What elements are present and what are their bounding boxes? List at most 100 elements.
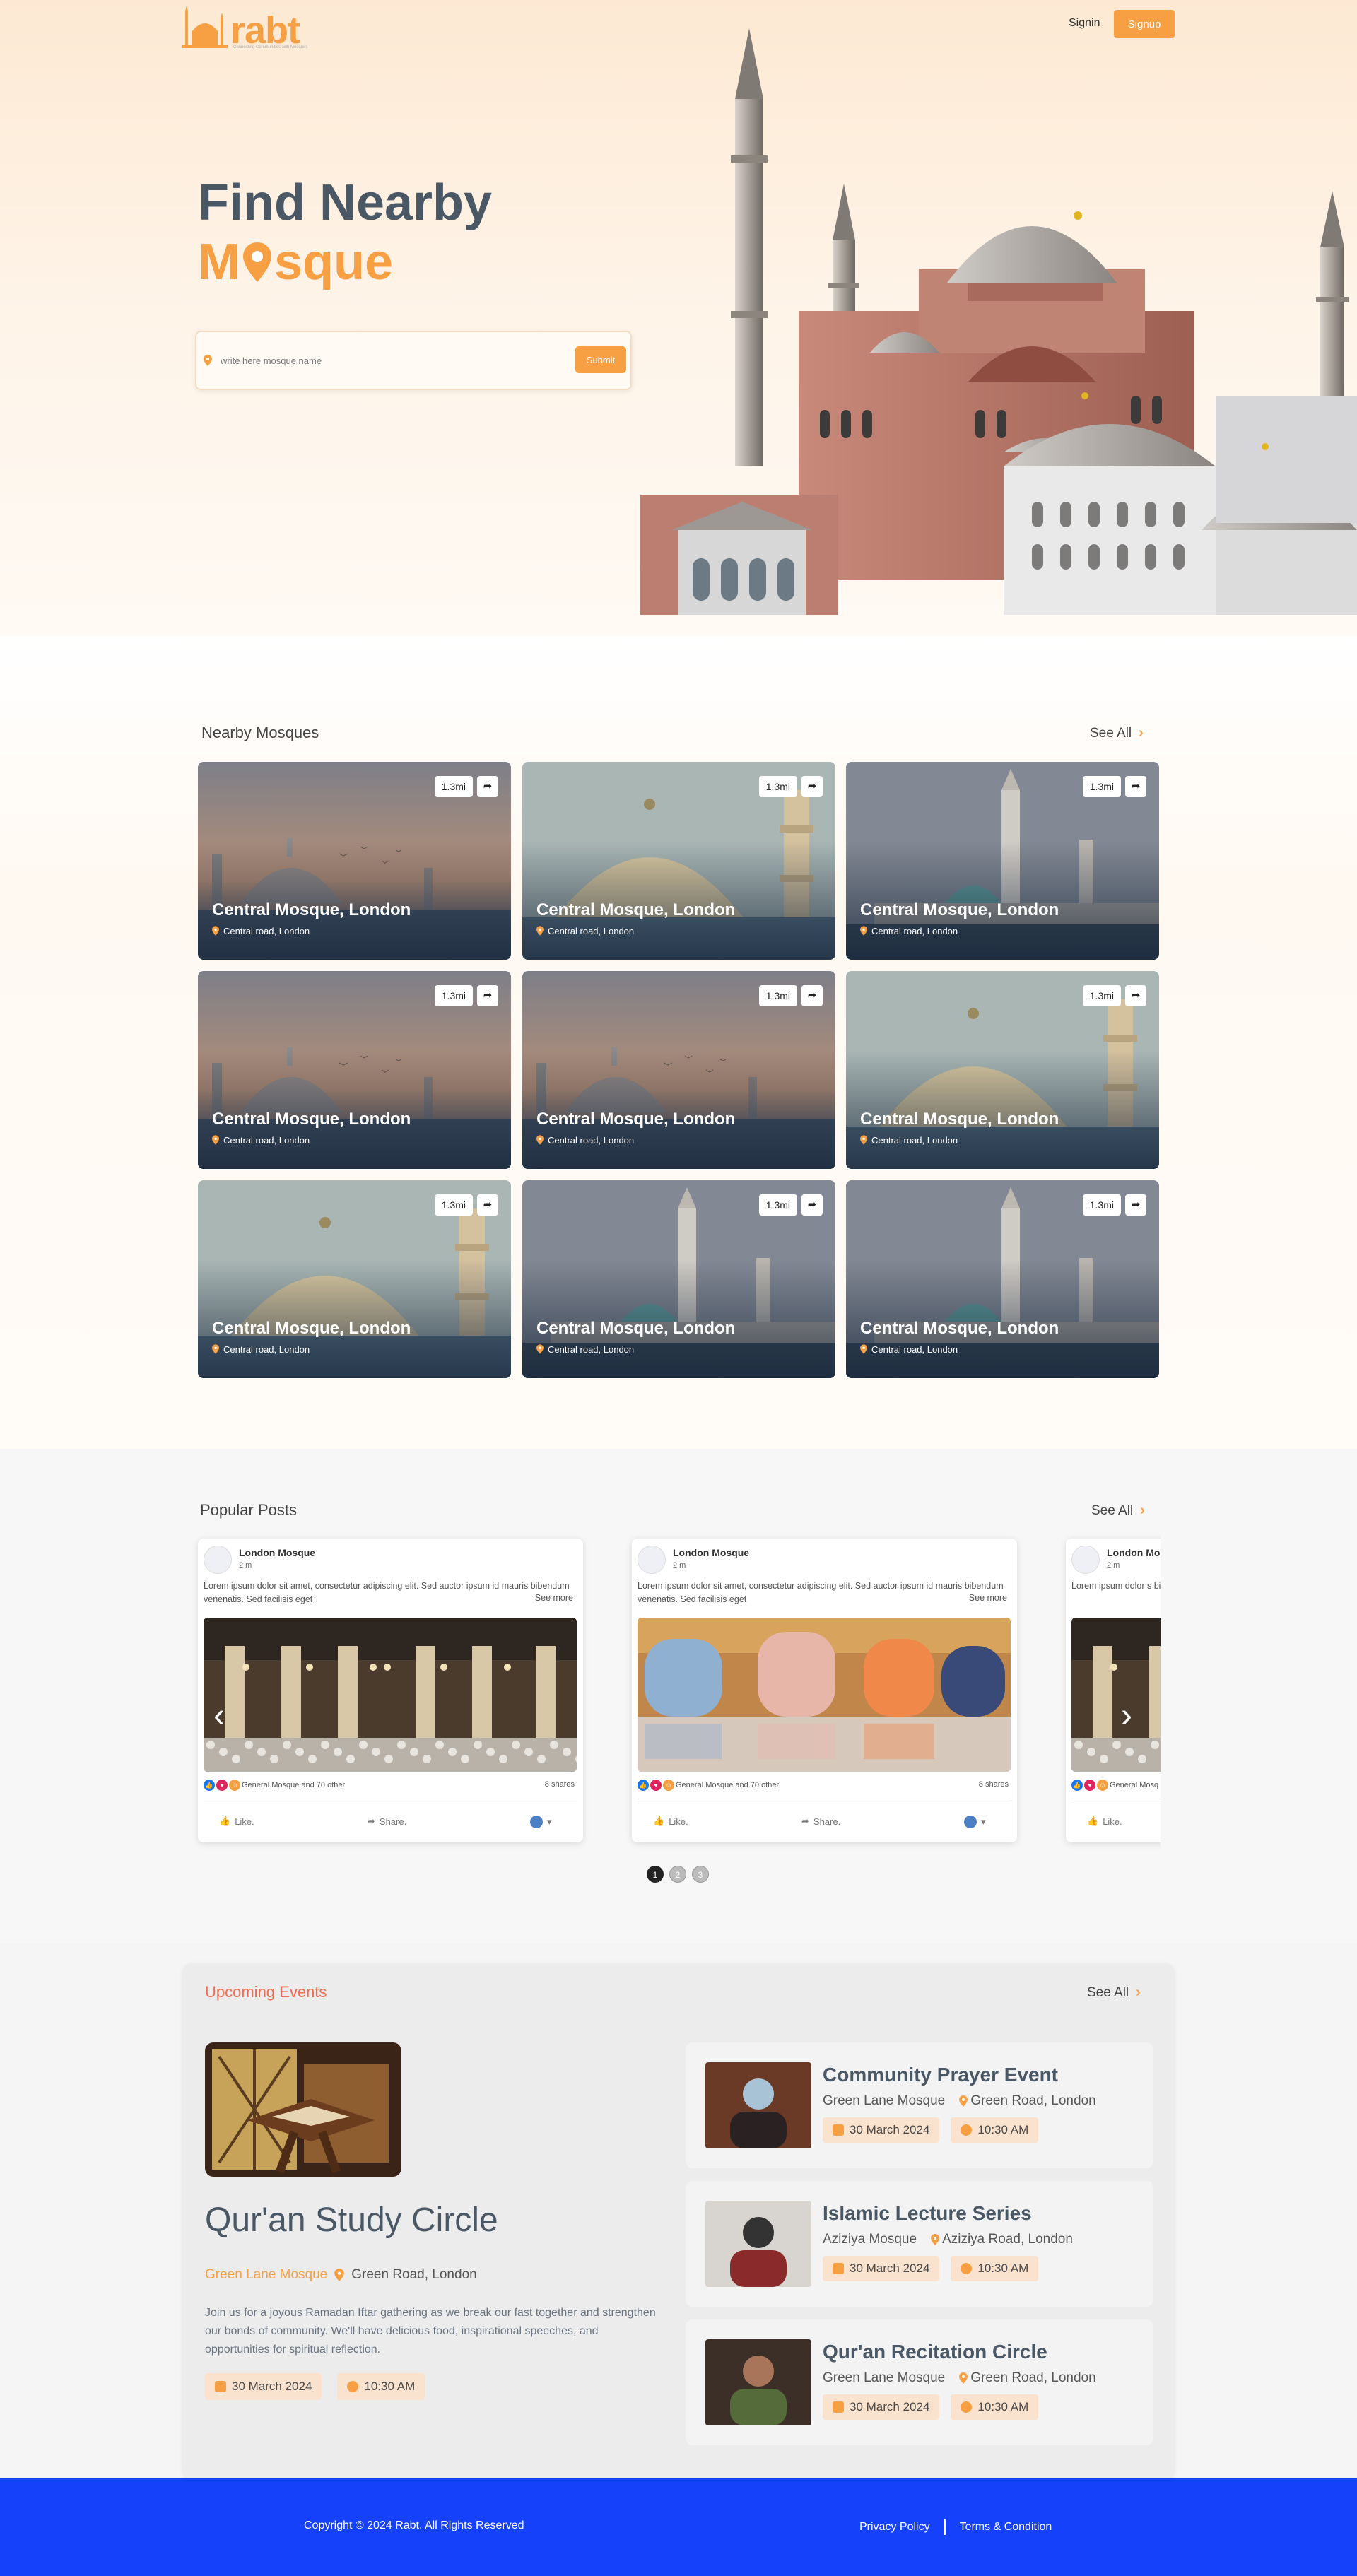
event-location: Green Road, London (970, 2093, 1096, 2108)
mosque-card[interactable]: 1.3mi ➦ Central Mosque, London Central road… (522, 1180, 835, 1378)
post-card[interactable]: London Mosque 2 m Lorem ipsum dolor sit am… (198, 1539, 583, 1842)
mosque-interior-image (204, 1618, 577, 1772)
search-submit-button[interactable]: Submit (575, 346, 626, 373)
mosque-card[interactable]: 1.3mi ➦ Central Mosque, London Central road… (198, 1180, 511, 1378)
like-reaction-icon: 👍 (638, 1780, 649, 1791)
mosque-name: Central Mosque, London (212, 900, 411, 919)
mosque-logo-icon (182, 6, 228, 48)
avatar[interactable] (1071, 1546, 1100, 1574)
distance-badge: 1.3mi (1082, 776, 1121, 797)
mosque-address: Central road, London (548, 1135, 635, 1146)
mosque-card[interactable]: 1.3mi ➦ Central Mosque, London Central road… (198, 971, 511, 1169)
event-title[interactable]: Islamic Lecture Series (823, 2202, 1032, 2225)
event-title[interactable]: Community Prayer Event (823, 2064, 1058, 2086)
event-date: 30 March 2024 (850, 2400, 930, 2413)
terms-link[interactable]: Terms & Condition (960, 2521, 1052, 2534)
post-card[interactable]: London Mo 2 m Lorem ipsum dolor s bibendum… (1066, 1539, 1161, 1842)
shares-count[interactable]: 8 shares (545, 1780, 575, 1789)
mosque-card[interactable]: 1.3mi ➦ Central Mosque, London Central road… (522, 971, 835, 1169)
mosque-card[interactable]: 1.3mi ➦ Central Mosque, London Central road… (846, 1180, 1159, 1378)
post-author[interactable]: London Mosque (239, 1547, 315, 1558)
posts-carousel: London Mosque 2 m Lorem ipsum dolor sit am… (191, 1534, 1161, 1859)
location-pin-icon (334, 2269, 344, 2281)
carousel-next-icon[interactable]: › (1121, 1696, 1132, 1735)
reaction-picker[interactable]: ▾ (530, 1816, 552, 1828)
post-image[interactable] (1071, 1618, 1161, 1772)
post-author[interactable]: London Mo (1107, 1547, 1160, 1558)
distance-badge: 1.3mi (434, 776, 473, 797)
page-dot-1[interactable]: 1 (647, 1866, 664, 1883)
share-icon[interactable]: ➦ (477, 776, 498, 797)
event-card[interactable]: Islamic Lecture Series Aziziya Mosque Aziz… (686, 2181, 1153, 2307)
event-meta: Green Lane Mosque Green Road, London (823, 2093, 1096, 2109)
date-badge: 30 March 2024 (823, 2117, 940, 2143)
like-button[interactable]: 👍 Like. (219, 1816, 254, 1827)
reactions-row[interactable]: 👍 ♥ ☺ General Mosque and 70 other (204, 1779, 345, 1792)
avatar[interactable] (204, 1546, 232, 1574)
page-dot-2[interactable]: 2 (669, 1866, 686, 1883)
event-date: 30 March 2024 (850, 2123, 930, 2136)
like-button[interactable]: 👍 Like. (653, 1816, 688, 1827)
event-card[interactable]: Community Prayer Event Green Lane Mosque G… (686, 2042, 1153, 2168)
mosque-card[interactable]: 1.3mi ➦ Central Mosque, London Central road… (846, 762, 1159, 960)
share-icon[interactable]: ➦ (801, 1194, 823, 1216)
logo-text: rabt (230, 9, 300, 52)
calendar-icon (833, 2124, 844, 2136)
nearby-see-all-link[interactable]: See All › (1090, 725, 1144, 741)
post-image[interactable] (638, 1618, 1011, 1772)
avatar[interactable] (638, 1546, 666, 1574)
share-icon[interactable]: ➦ (477, 1194, 498, 1216)
event-date: 30 March 2024 (850, 2262, 930, 2275)
event-title[interactable]: Qur'an Recitation Circle (823, 2341, 1047, 2363)
post-card[interactable]: London Mosque 2 m Lorem ipsum dolor sit am… (632, 1539, 1017, 1842)
see-more-link[interactable]: See more (964, 1593, 1007, 1603)
event-card[interactable]: Qur'an Recitation Circle Green Lane Mosqu… (686, 2319, 1153, 2445)
reactions-row[interactable]: 👍 ♥ ☺ General Mosque and 70 other (638, 1779, 779, 1792)
share-icon[interactable]: ➦ (1125, 776, 1146, 797)
haha-reaction-icon: ☺ (1097, 1780, 1108, 1791)
location-pin-icon (536, 1135, 544, 1145)
share-icon[interactable]: ➦ (1125, 1194, 1146, 1216)
privacy-policy-link[interactable]: Privacy Policy (859, 2521, 930, 2534)
posts-see-all-link[interactable]: See All › (1091, 1502, 1145, 1519)
featured-event-mosque[interactable]: Green Lane Mosque (205, 2267, 327, 2283)
events-see-all-link[interactable]: See All › (1087, 1984, 1141, 2001)
mosque-card[interactable]: 1.3mi ➦ Central Mosque, London Central road… (198, 762, 511, 960)
event-thumbnail[interactable] (705, 2062, 811, 2148)
shares-count[interactable]: 8 shares (979, 1780, 1009, 1789)
mosque-name: Central Mosque, London (860, 900, 1059, 919)
share-icon[interactable]: ➦ (1125, 985, 1146, 1006)
mosque-card[interactable]: 1.3mi ➦ Central Mosque, London Central road… (522, 762, 835, 960)
mosque-card[interactable]: 1.3mi ➦ Central Mosque, London Central road… (846, 971, 1159, 1169)
post-author[interactable]: London Mosque (673, 1547, 749, 1558)
featured-event-title[interactable]: Qur'an Study Circle (205, 2201, 498, 2240)
page-dot-3[interactable]: 3 (692, 1866, 709, 1883)
reaction-picker[interactable]: ▾ (964, 1816, 986, 1828)
post-text: Lorem ipsum dolor s bibendum venenatis. (1071, 1581, 1161, 1591)
location-pin-icon (212, 1135, 219, 1145)
share-button[interactable]: ➦ Share. (368, 1816, 406, 1827)
featured-event-description: Join us for a joyous Ramadan Iftar gathe… (205, 2307, 656, 2356)
like-button[interactable]: 👍 Like. (1087, 1816, 1122, 1827)
share-icon[interactable]: ➦ (801, 776, 823, 797)
logo[interactable]: rabt Connecting Communities with Mosques (182, 6, 307, 52)
reactions-row[interactable]: 👍 ♥ ☺ General Mosq (1071, 1779, 1158, 1792)
event-thumbnail[interactable] (705, 2339, 811, 2425)
share-icon[interactable]: ➦ (477, 985, 498, 1006)
featured-event-image[interactable] (205, 2042, 401, 2177)
share-button[interactable]: ➦ Share. (801, 1816, 840, 1827)
event-mosque: Aziziya Mosque (823, 2232, 917, 2247)
mosque-search-input[interactable] (221, 348, 546, 373)
see-more-link[interactable]: See more (530, 1593, 573, 1603)
share-icon[interactable]: ➦ (801, 985, 823, 1006)
carousel-prev-icon[interactable]: ‹ (213, 1696, 225, 1735)
avatar (964, 1816, 977, 1828)
time-badge: 10:30 AM (951, 2394, 1039, 2420)
featured-event-datetime: 30 March 2024 10:30 AM (205, 2373, 425, 2400)
event-thumbnail[interactable] (705, 2201, 811, 2287)
mosque-address: Central road, London (223, 1135, 310, 1146)
distance-badge: 1.3mi (758, 776, 797, 797)
prayer-people-image (638, 1618, 1011, 1772)
share-arrow-icon: ➦ (368, 1816, 375, 1826)
post-image[interactable] (204, 1618, 577, 1772)
